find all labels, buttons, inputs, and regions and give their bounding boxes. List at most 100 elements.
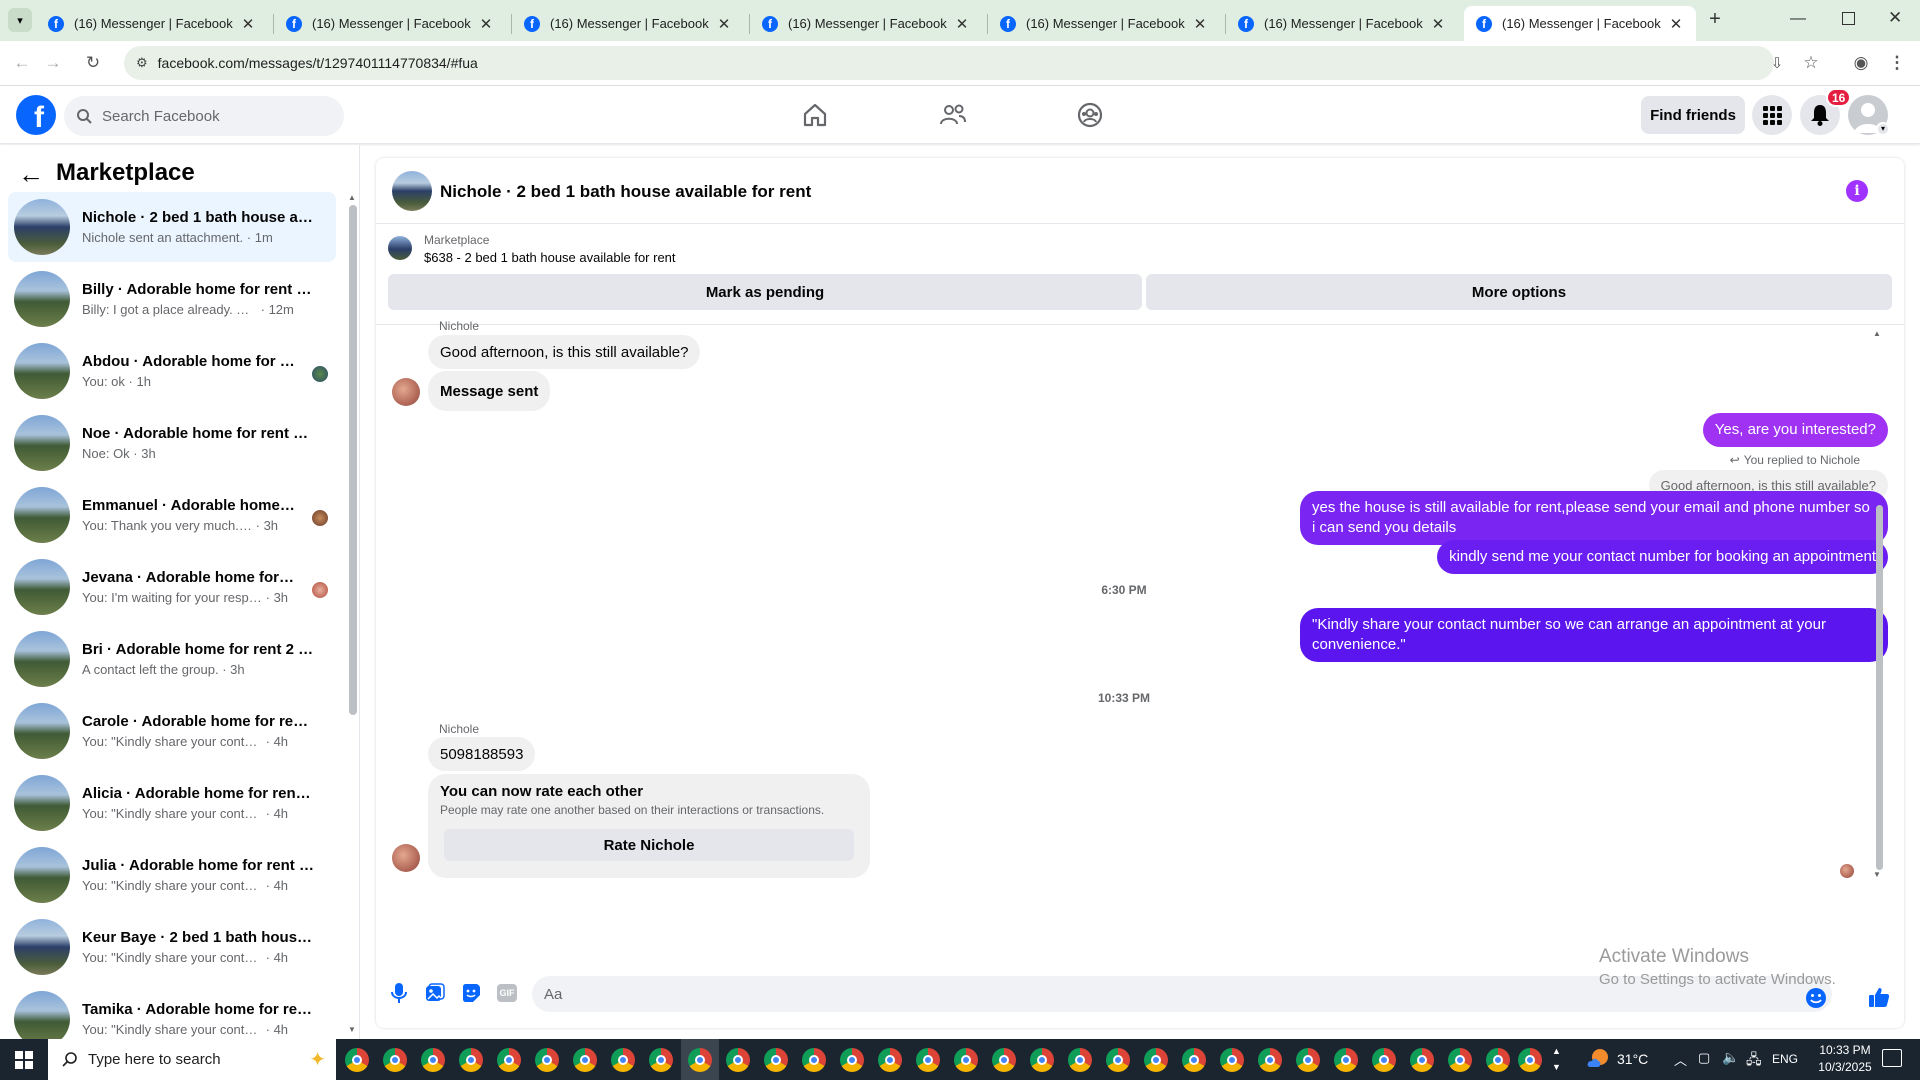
meet-now-icon[interactable]: ▢ [1698, 1050, 1710, 1066]
minimize-icon[interactable]: — [1790, 10, 1806, 28]
speaker-icon[interactable]: 🔈 [1722, 1049, 1739, 1066]
chrome-taskbar-icon[interactable] [1296, 1048, 1320, 1072]
address-bar[interactable]: ⚙ facebook.com/messages/t/12974011147708… [124, 46, 1774, 80]
incoming-message[interactable]: 5098188593 [428, 737, 536, 771]
browser-tab[interactable]: f (16) Messenger | Facebook ✕ [512, 6, 744, 41]
incoming-message[interactable]: Message sent [428, 371, 551, 411]
chrome-taskbar-icon[interactable] [1518, 1048, 1542, 1072]
outgoing-message[interactable]: "Kindly share your contact number so we … [1300, 608, 1888, 662]
conversation-item[interactable]: Alicia · Adorable home for rent 2 bed 1 … [8, 768, 336, 838]
browser-menu-icon[interactable]: ⋮ [1884, 50, 1910, 76]
chrome-taskbar-icon[interactable] [459, 1048, 483, 1072]
chrome-taskbar-icon[interactable] [1106, 1048, 1130, 1072]
more-options-button[interactable]: More options [1146, 274, 1892, 310]
profile-icon[interactable]: ◉ [1848, 50, 1874, 76]
thread-scrollbar[interactable] [1876, 505, 1883, 870]
outgoing-message[interactable]: Yes, are you interested? [1702, 413, 1888, 447]
chrome-taskbar-icon[interactable] [1334, 1048, 1358, 1072]
browser-tab[interactable]: f (16) Messenger | Facebook ✕ [988, 6, 1220, 41]
account-chevron-icon[interactable]: ▾ [1876, 122, 1890, 136]
emoji-icon[interactable] [1803, 985, 1829, 1011]
chrome-taskbar-icon[interactable] [573, 1048, 597, 1072]
browser-tab-active[interactable]: f (16) Messenger | Facebook ✕ [1464, 6, 1696, 41]
chrome-taskbar-icon[interactable] [535, 1048, 559, 1072]
browser-tab[interactable]: f (16) Messenger | Facebook ✕ [750, 6, 982, 41]
chrome-taskbar-icon[interactable] [383, 1048, 407, 1072]
tray-chevron-icon[interactable]: ︿ [1674, 1050, 1687, 1069]
photo-icon[interactable] [422, 980, 448, 1006]
windows-start-icon[interactable] [0, 1039, 48, 1080]
sidebar-scrollbar[interactable] [349, 205, 357, 715]
conversation-item[interactable]: Bri · Adorable home for rent 2 bed 1 bat… [8, 624, 336, 694]
install-app-icon[interactable]: ⇩ [1764, 50, 1790, 76]
close-tab-icon[interactable]: ✕ [954, 15, 970, 33]
new-tab-button[interactable]: + [1704, 8, 1726, 32]
conversation-item[interactable]: Billy · Adorable home for rent 2 bed 1 b… [8, 264, 336, 334]
forward-icon[interactable]: → [40, 50, 66, 76]
scroll-down-arrow[interactable]: ▼ [1873, 870, 1881, 879]
like-thumb-icon[interactable] [1866, 984, 1892, 1010]
chrome-taskbar-icon[interactable] [916, 1048, 940, 1072]
conversation-item[interactable]: Jevana · Adorable home for rent 2 bed 1 … [8, 552, 336, 622]
rate-nichole-button[interactable]: Rate Nichole [444, 829, 854, 861]
home-icon[interactable] [795, 98, 835, 132]
scroll-down-arrow[interactable]: ▼ [348, 1025, 356, 1034]
chrome-taskbar-icon[interactable] [1220, 1048, 1244, 1072]
facebook-search-input[interactable]: Search Facebook [64, 96, 344, 136]
chrome-taskbar-icon[interactable] [992, 1048, 1016, 1072]
find-friends-button[interactable]: Find friends [1641, 96, 1745, 134]
chat-title[interactable]: Nichole · 2 bed 1 bath house available f… [440, 182, 811, 202]
reload-icon[interactable]: ↻ [80, 50, 106, 76]
chrome-taskbar-icon[interactable] [954, 1048, 978, 1072]
conversation-item[interactable]: Noe · Adorable home for rent 2 bed 1 bat… [8, 408, 336, 478]
notification-center-icon[interactable] [1882, 1049, 1902, 1067]
taskbar-search-input[interactable]: Type here to search ✦ [48, 1039, 336, 1080]
clock[interactable]: 10:33 PM 10/3/2025 [1810, 1042, 1880, 1076]
close-tab-icon[interactable]: ✕ [1430, 15, 1446, 33]
tab-search-button[interactable]: ▾ [8, 8, 32, 32]
conversation-item-selected[interactable]: Nichole · 2 bed 1 bath house available f… [8, 192, 336, 262]
chrome-taskbar-icon[interactable] [611, 1048, 635, 1072]
close-window-icon[interactable]: ✕ [1888, 8, 1902, 28]
microphone-icon[interactable] [386, 980, 412, 1006]
browser-tab[interactable]: f (16) Messenger | Facebook ✕ [36, 6, 268, 41]
taskbar-overflow-arrows[interactable]: ▲ ▼ [1552, 1043, 1561, 1075]
close-tab-icon[interactable]: ✕ [240, 15, 256, 33]
gif-icon[interactable]: GIF [494, 980, 520, 1006]
facebook-logo[interactable]: f [16, 95, 56, 135]
conversation-item[interactable]: Keur Baye · 2 bed 1 bath house available… [8, 912, 336, 982]
language-indicator[interactable]: ENG [1772, 1052, 1798, 1066]
site-info-icon[interactable]: ⚙ [136, 55, 148, 71]
scroll-up-arrow[interactable]: ▲ [1873, 329, 1881, 338]
mark-as-pending-button[interactable]: Mark as pending [388, 274, 1142, 310]
incoming-message[interactable]: Good afternoon, is this still available? [428, 335, 701, 369]
chrome-taskbar-icon[interactable] [1030, 1048, 1054, 1072]
chrome-taskbar-icon[interactable] [878, 1048, 902, 1072]
browser-tab[interactable]: f (16) Messenger | Facebook ✕ [1226, 6, 1458, 41]
bookmark-star-icon[interactable]: ☆ [1798, 50, 1824, 76]
chrome-taskbar-icon[interactable] [802, 1048, 826, 1072]
chrome-taskbar-icon[interactable] [1372, 1048, 1396, 1072]
chrome-taskbar-icon[interactable] [1486, 1048, 1510, 1072]
listing-title[interactable]: $638 - 2 bed 1 bath house available for … [424, 250, 676, 265]
sticker-icon[interactable] [458, 980, 484, 1006]
conversation-item[interactable]: Emmanuel · Adorable home for rent 2 bed … [8, 480, 336, 550]
close-tab-icon[interactable]: ✕ [478, 15, 494, 33]
chrome-taskbar-icon[interactable] [1448, 1048, 1472, 1072]
conversation-item[interactable]: Tamika · Adorable home for rent 2 bed 1 … [8, 984, 336, 1039]
close-tab-icon[interactable]: ✕ [1668, 15, 1684, 33]
restore-icon[interactable] [1842, 12, 1855, 25]
chrome-taskbar-icon-active[interactable] [688, 1048, 712, 1072]
friends-icon[interactable] [933, 98, 973, 132]
chrome-taskbar-icon[interactable] [1068, 1048, 1092, 1072]
browser-tab[interactable]: f (16) Messenger | Facebook ✕ [274, 6, 506, 41]
chrome-taskbar-icon[interactable] [1182, 1048, 1206, 1072]
chrome-taskbar-icon[interactable] [421, 1048, 445, 1072]
chrome-taskbar-icon[interactable] [1258, 1048, 1282, 1072]
weather-icon[interactable] [1586, 1047, 1612, 1071]
menu-grid-icon[interactable] [1752, 95, 1792, 135]
scroll-up-arrow[interactable]: ▲ [348, 193, 356, 202]
groups-icon[interactable] [1070, 98, 1110, 132]
temperature[interactable]: 31°C [1617, 1051, 1648, 1067]
back-arrow-icon[interactable]: ← [18, 159, 44, 190]
